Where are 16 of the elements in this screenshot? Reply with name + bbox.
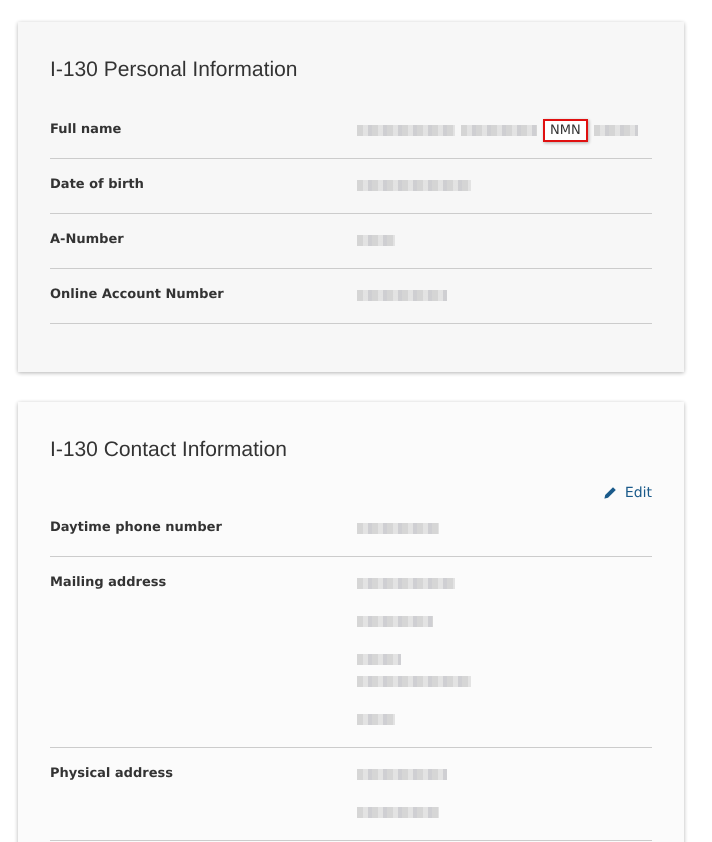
redacted-text	[594, 124, 638, 136]
field-label: Mailing address	[50, 574, 168, 592]
edit-link[interactable]: Edit	[602, 484, 652, 502]
card-title: I-130 Contact Information	[50, 438, 288, 462]
highlighted-text: NMN	[543, 118, 588, 142]
field-label: Online Account Number	[50, 286, 225, 304]
field-label: A-Number	[50, 231, 125, 249]
redacted-text	[357, 714, 395, 724]
field-label: Daytime phone number	[50, 519, 223, 537]
field-label: Date of birth	[50, 176, 145, 194]
pencil-icon	[602, 486, 617, 500]
field-label: Physical address	[50, 765, 174, 783]
field-label: Full name	[50, 121, 122, 139]
redacted-text	[357, 654, 401, 664]
redacted-text	[357, 234, 395, 246]
card-title: I-130 Personal Information	[50, 58, 298, 82]
